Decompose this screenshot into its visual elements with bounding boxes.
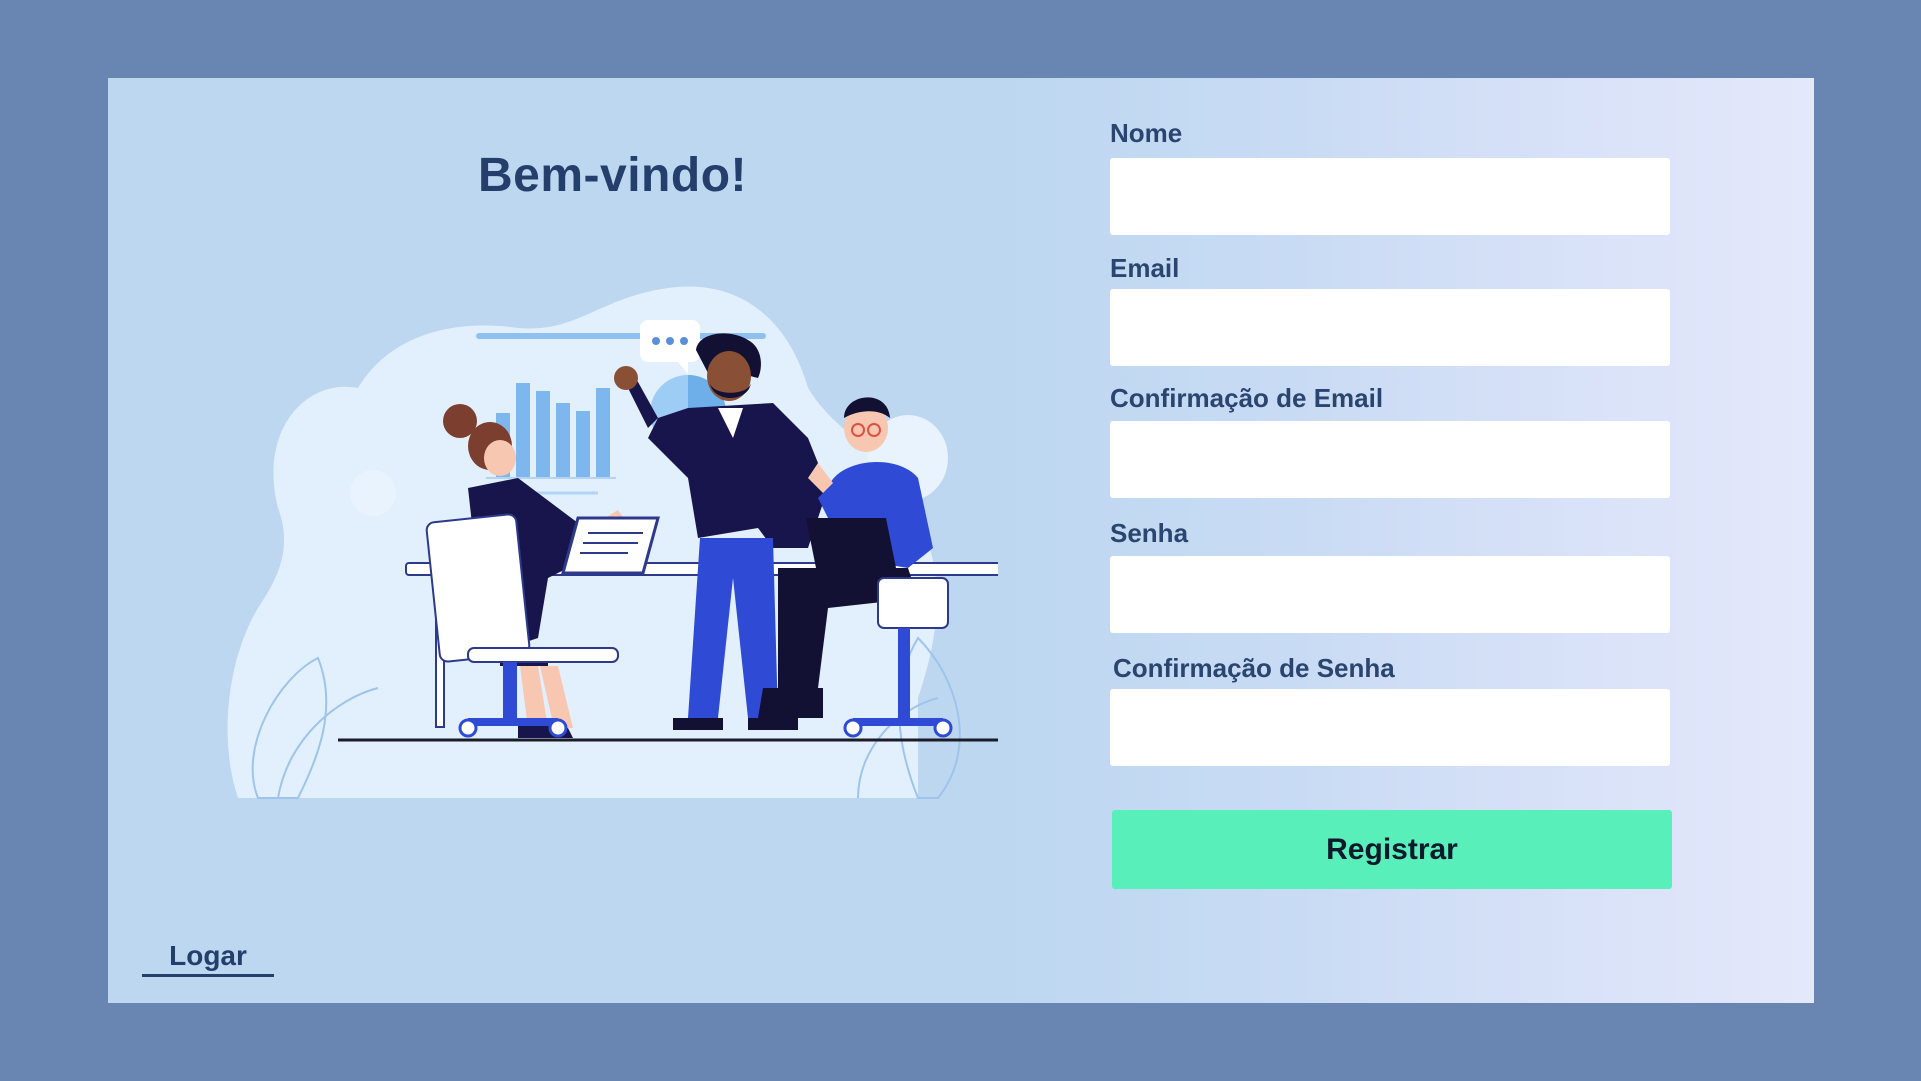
email-input[interactable] (1110, 289, 1670, 366)
password-label: Senha (1110, 518, 1189, 548)
password-confirm-input[interactable] (1110, 689, 1670, 766)
email-confirm-label: Confirmação de Email (1110, 383, 1384, 413)
login-link[interactable]: Logar (142, 940, 274, 977)
name-label: Nome (1110, 118, 1183, 148)
background-blob-small (350, 470, 396, 516)
password-confirm-label: Confirmação de Senha (1113, 653, 1395, 683)
name-input[interactable] (1110, 158, 1670, 235)
email-confirm-input[interactable] (1110, 421, 1670, 498)
password-input[interactable] (1110, 556, 1670, 633)
laptop-right (806, 518, 896, 568)
welcome-title: Bem-vindo! (478, 149, 747, 202)
register-button[interactable]: Registrar (1112, 810, 1672, 889)
laptop-icon (561, 516, 660, 575)
email-label: Email (1110, 253, 1180, 283)
team-meeting-illustration (227, 286, 998, 799)
register-form: Nome Email Confirmação de Email Senha Co… (1110, 78, 1710, 1003)
register-card: Bem-vindo! Logar Nome Email Confirmação … (108, 78, 1814, 1003)
